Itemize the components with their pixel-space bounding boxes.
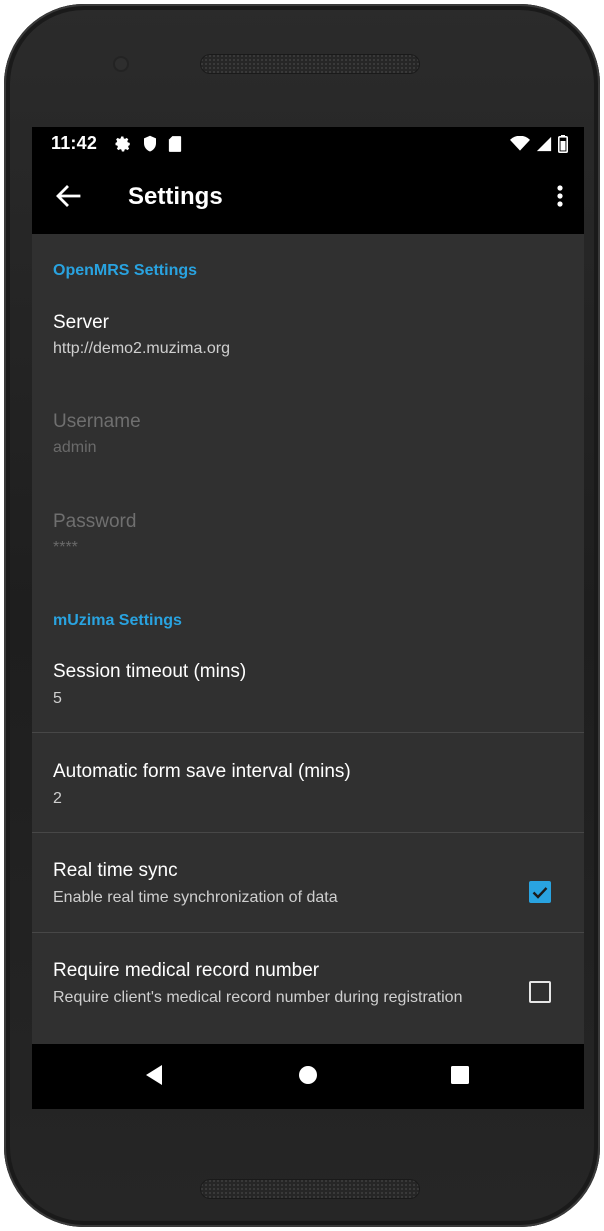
pref-require-mrn[interactable]: Require medical record number Require cl…: [32, 950, 584, 1044]
section-header-openmrs: OpenMRS Settings: [53, 262, 198, 279]
shield-icon: [142, 135, 158, 158]
pref-title: Real time sync: [53, 860, 178, 881]
more-vert-icon: [557, 184, 563, 212]
pref-title: Password: [53, 511, 137, 532]
section-header-muzima: mUzima Settings: [53, 612, 182, 629]
status-icons-right: [510, 135, 568, 158]
require-mrn-checkbox[interactable]: [529, 981, 551, 1003]
pref-title: Session timeout (mins): [53, 661, 247, 682]
sd-card-icon: [168, 135, 182, 158]
earpiece-speaker: [200, 54, 420, 74]
settings-list: OpenMRS Settings Server http://demo2.muz…: [32, 234, 584, 1044]
back-triangle-icon: [144, 1064, 164, 1091]
pref-summary: Enable real time synchronization of data: [53, 889, 338, 906]
pref-title: Require medical record number: [53, 960, 320, 981]
overflow-menu-button[interactable]: [548, 181, 572, 215]
checkmark-icon: [529, 887, 551, 907]
pref-password: Password ****: [32, 502, 584, 592]
pref-title: Username: [53, 411, 141, 432]
divider: [32, 832, 584, 833]
nav-recents-button[interactable]: [445, 1062, 475, 1092]
pref-summary: http://demo2.muzima.org: [53, 340, 230, 357]
pref-summary: ****: [53, 539, 78, 556]
pref-username: Username admin: [32, 402, 584, 492]
status-bar: 11:42: [32, 127, 584, 161]
real-time-sync-checkbox[interactable]: [529, 881, 551, 903]
arrow-back-icon: [55, 184, 81, 212]
pref-title: Server: [53, 312, 109, 333]
status-icons-left: [114, 135, 182, 158]
system-nav-bar: [32, 1044, 584, 1109]
nav-back-button[interactable]: [139, 1062, 169, 1092]
pref-summary: admin: [53, 439, 97, 456]
status-time: 11:42: [51, 133, 98, 153]
bottom-speaker: [200, 1179, 420, 1199]
pref-server[interactable]: Server http://demo2.muzima.org: [32, 302, 584, 392]
nav-home-button[interactable]: [293, 1062, 323, 1092]
divider: [32, 732, 584, 733]
pref-form-save-interval[interactable]: Automatic form save interval (mins) 2: [32, 750, 584, 840]
battery-icon: [558, 135, 568, 158]
pref-summary: 2: [53, 790, 62, 807]
pref-summary: 5: [53, 690, 62, 707]
home-circle-icon: [298, 1065, 318, 1090]
pref-summary: Require client's medical record number d…: [53, 989, 463, 1006]
recents-square-icon: [450, 1065, 470, 1090]
settings-icon: [114, 135, 132, 158]
app-bar: Settings: [32, 161, 584, 234]
pref-session-timeout[interactable]: Session timeout (mins) 5: [32, 650, 584, 740]
divider: [32, 932, 584, 933]
signal-icon: [536, 136, 552, 157]
pref-real-time-sync[interactable]: Real time sync Enable real time synchron…: [32, 850, 584, 932]
page-title: Settings: [128, 183, 223, 210]
back-button[interactable]: [50, 183, 86, 213]
pref-title: Automatic form save interval (mins): [53, 761, 351, 782]
wifi-icon: [510, 135, 530, 157]
device-screen: 11:42 Settings OpenMRS Settings Server h…: [32, 127, 584, 1109]
front-camera: [113, 56, 129, 72]
